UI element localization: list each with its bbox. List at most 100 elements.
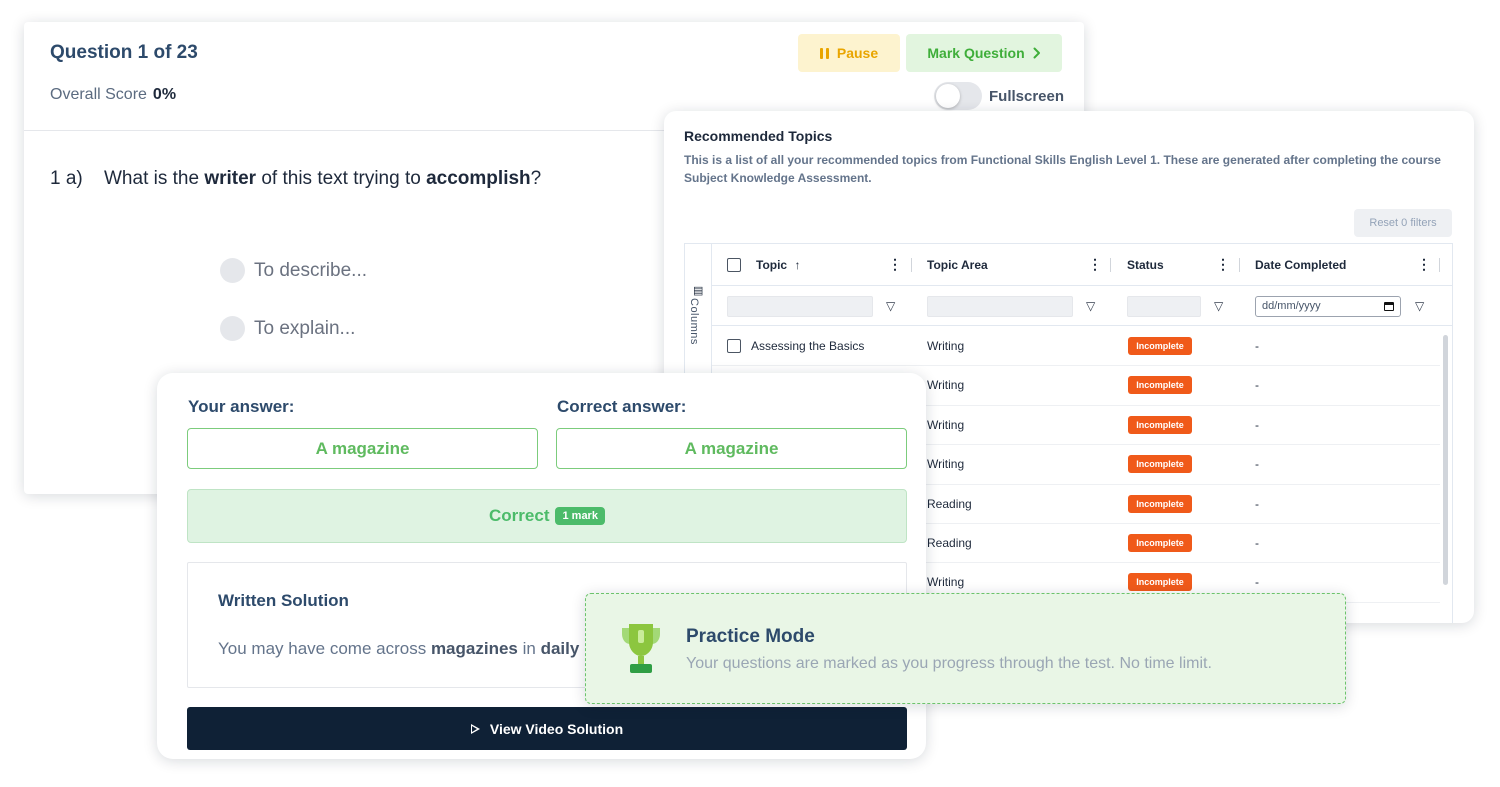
toggle-knob <box>936 84 960 108</box>
practice-mode-title: Practice Mode <box>686 626 815 647</box>
question-text-emphasis: writer <box>204 168 257 189</box>
option-label: To explain... <box>254 317 356 339</box>
filter-icon[interactable]: ▽ <box>1214 299 1223 313</box>
select-all-checkbox[interactable] <box>727 258 741 272</box>
overall-score: Overall Score 0% <box>50 86 176 104</box>
cell-date: - <box>1255 496 1259 511</box>
your-answer-label: Your answer: <box>188 397 295 416</box>
practice-mode-description: Your questions are marked as you progres… <box>686 655 1212 672</box>
topics-description: This is a list of all your recommended t… <box>684 153 1441 185</box>
header-status[interactable]: Status <box>1127 258 1164 272</box>
scrollbar-thumb[interactable] <box>1443 335 1448 585</box>
radio-button[interactable] <box>220 316 245 341</box>
date-placeholder: dd/mm/yyyy <box>1262 300 1321 312</box>
fullscreen-toggle[interactable] <box>934 82 982 110</box>
row-checkbox[interactable] <box>727 339 741 353</box>
filter-icon[interactable]: ▽ <box>1415 299 1424 313</box>
question-text-part: What is the <box>104 168 205 189</box>
grid-header: Topic ↑ ⋮ Topic Area ⋮ Status ⋮ Date Com… <box>712 244 1452 286</box>
columns-icon: ▤ <box>693 285 704 297</box>
answer-option[interactable]: To describe... <box>220 258 367 283</box>
correct-answer-box: A magazine <box>556 428 907 469</box>
column-separator <box>1239 258 1240 272</box>
your-answer-box: A magazine <box>187 428 538 469</box>
status-badge: Incomplete <box>1128 376 1192 395</box>
option-label: To describe... <box>254 259 367 281</box>
status-badge: Incomplete <box>1128 337 1192 355</box>
cell-date: - <box>1255 339 1259 353</box>
cell-date: - <box>1255 417 1259 432</box>
column-menu-icon[interactable]: ⋮ <box>1417 256 1431 273</box>
cell-topic-area: Reading <box>927 496 972 511</box>
score-value: 0% <box>152 86 177 103</box>
filter-row: ▽ ▽ ▽ dd/mm/yyyy ▽ <box>712 286 1452 326</box>
solution-title: Written Solution <box>218 591 349 610</box>
cell-date: - <box>1255 378 1259 393</box>
result-text: Correct <box>489 506 550 525</box>
question-text-emphasis: accomplish <box>426 168 531 189</box>
column-menu-icon[interactable]: ⋮ <box>888 256 902 273</box>
question-text: What is the writer of this text trying t… <box>104 168 541 190</box>
fullscreen-label: Fullscreen <box>989 88 1065 105</box>
pause-button[interactable]: Pause <box>798 34 900 72</box>
header-topic-area[interactable]: Topic Area <box>927 258 988 272</box>
filter-icon[interactable]: ▽ <box>1086 299 1095 313</box>
status-badge: Incomplete <box>1128 494 1192 513</box>
status-badge: Incomplete <box>1128 455 1192 474</box>
header-topic-label: Topic <box>756 258 788 272</box>
cell-topic-area: Writing <box>927 575 965 590</box>
question-title: Question 1 of 23 <box>50 42 198 63</box>
mark-badge: 1 mark <box>555 507 605 525</box>
column-separator <box>911 258 912 272</box>
cell-topic-area: Writing <box>927 457 965 472</box>
reset-filters-button[interactable]: Reset 0 filters <box>1354 209 1452 237</box>
column-separator <box>1110 258 1111 272</box>
status-badge: Incomplete <box>1128 573 1192 592</box>
question-number: 1 a) <box>50 168 83 189</box>
solution-text-emphasis: magazines <box>430 639 518 658</box>
cell-date: - <box>1255 536 1259 550</box>
solution-text-emphasis: daily <box>540 639 580 658</box>
column-menu-icon[interactable]: ⋮ <box>1216 256 1230 273</box>
cell-topic-area: Writing <box>927 339 965 353</box>
mark-question-button[interactable]: Mark Question <box>906 34 1062 72</box>
cell-date: - <box>1255 575 1259 590</box>
columns-label: Columns <box>688 298 700 345</box>
pause-icon <box>819 47 829 59</box>
practice-mode-card: Practice Mode Your questions are marked … <box>585 593 1346 704</box>
status-filter-input[interactable] <box>1127 296 1201 317</box>
cell-topic: Assessing the Basics <box>751 339 865 353</box>
column-menu-icon[interactable]: ⋮ <box>1088 256 1102 273</box>
header-date-completed[interactable]: Date Completed <box>1255 258 1346 272</box>
cell-topic-area: Writing <box>927 378 965 393</box>
video-button-label: View Video Solution <box>489 720 624 737</box>
date-filter-input[interactable]: dd/mm/yyyy <box>1255 296 1401 317</box>
topics-title: Recommended Topics <box>684 128 833 144</box>
result-banner: Correct 1 mark <box>187 489 907 543</box>
trophy-icon <box>622 624 660 673</box>
solution-text: You may have come across magazines in da… <box>218 639 579 659</box>
solution-text-part: You may have come across <box>218 639 431 658</box>
question-text-part: of this text trying to <box>256 168 427 189</box>
topic-area-filter-input[interactable] <box>927 296 1073 317</box>
chevron-right-icon <box>1033 47 1040 59</box>
sort-ascending-icon: ↑ <box>794 258 801 272</box>
status-badge: Incomplete <box>1128 415 1192 434</box>
calendar-icon[interactable] <box>1384 302 1394 311</box>
answer-option[interactable]: To explain... <box>220 316 355 341</box>
correct-answer-label: Correct answer: <box>557 397 687 416</box>
filter-icon[interactable]: ▽ <box>886 299 895 313</box>
status-badge: Incomplete <box>1128 534 1192 552</box>
topic-filter-input[interactable] <box>727 296 873 317</box>
pause-label: Pause <box>836 45 879 61</box>
solution-text-part: in <box>517 639 541 658</box>
table-row[interactable]: Assessing the Basics Writing Incomplete … <box>712 327 1440 367</box>
play-icon <box>470 723 480 734</box>
cell-topic-area: Reading <box>927 536 972 550</box>
radio-button[interactable] <box>220 258 245 283</box>
mark-question-label: Mark Question <box>927 45 1025 61</box>
cell-date: - <box>1255 457 1259 472</box>
header-topic[interactable]: Topic ↑ <box>756 258 800 272</box>
vertical-scrollbar[interactable] <box>1440 327 1452 623</box>
view-video-solution-button[interactable]: View Video Solution <box>187 707 907 750</box>
